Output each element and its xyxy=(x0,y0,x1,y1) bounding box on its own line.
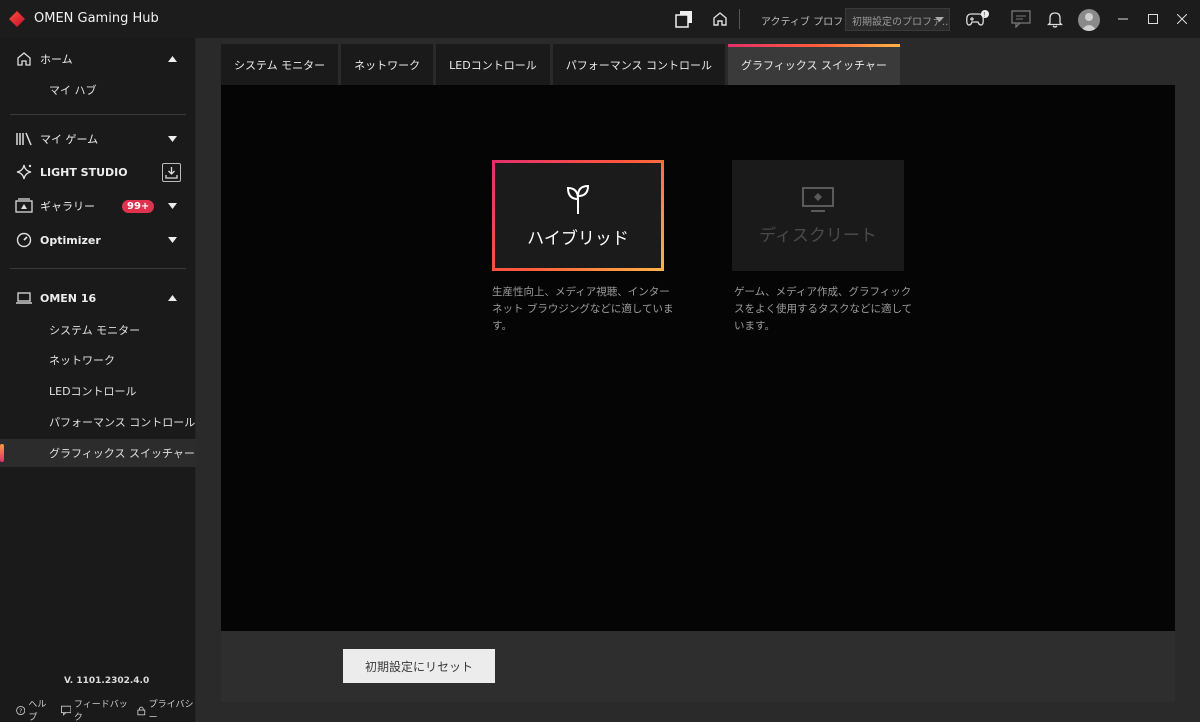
sidebar-item-graphics-switcher[interactable]: グラフィックス スイッチャー xyxy=(0,439,196,467)
version-label: V. 1101.2302.4.0 xyxy=(64,676,150,686)
library-icon xyxy=(15,130,33,148)
sidebar-item-my-games[interactable]: マイ ゲーム xyxy=(0,124,196,154)
feedback-label: フィードバック xyxy=(73,700,128,722)
gauge-icon xyxy=(15,231,33,249)
privacy-label: プライバシー xyxy=(148,700,194,722)
title-bar: OMEN Gaming Hub アクティブ プロファイル 初期設定のプロファ..… xyxy=(0,0,1200,38)
tab-led-control[interactable]: LEDコントロール xyxy=(436,44,550,85)
privacy-link[interactable]: プライバシー xyxy=(137,697,195,722)
tab-bar: システム モニター ネットワーク LEDコントロール パフォーマンス コントロー… xyxy=(221,44,900,85)
sidebar-item-label: OMEN 16 xyxy=(40,291,97,305)
chat-icon[interactable] xyxy=(1010,8,1032,30)
sidebar-item-label: ギャラリー xyxy=(40,200,95,213)
sidebar-item-light-studio[interactable]: LIGHT STUDIO xyxy=(0,157,196,187)
chevron-up-icon[interactable] xyxy=(166,53,178,65)
sidebar-item-label: システム モニター xyxy=(49,324,141,337)
divider xyxy=(10,268,186,269)
sidebar: ホーム マイ ハブ マイ ゲーム LIGHT STUDIO ギャラリー 99+ … xyxy=(0,38,196,722)
chevron-down-icon[interactable] xyxy=(166,133,178,145)
help-label: ヘルプ xyxy=(28,700,47,722)
help-icon: ? xyxy=(16,705,26,715)
avatar[interactable] xyxy=(1078,9,1100,31)
discrete-mode-card[interactable]: ディスクリート xyxy=(732,160,904,271)
lock-icon xyxy=(137,706,146,715)
sidebar-item-my-hub[interactable]: マイ ハブ xyxy=(0,76,196,104)
sidebar-item-network[interactable]: ネットワーク xyxy=(0,346,196,374)
action-bar: 初期設定にリセット xyxy=(221,631,1175,702)
tab-network[interactable]: ネットワーク xyxy=(341,44,434,85)
notification-bell-icon[interactable] xyxy=(1044,8,1066,30)
sidebar-item-label: グラフィックス スイッチャー xyxy=(49,447,195,460)
maximize-icon[interactable] xyxy=(1142,8,1164,30)
sidebar-item-label: ホーム xyxy=(40,53,73,66)
sidebar-item-label: ネットワーク xyxy=(49,354,115,367)
sidebar-item-led-control[interactable]: LEDコントロール xyxy=(0,377,196,405)
chevron-down-icon[interactable] xyxy=(166,234,178,246)
download-icon[interactable] xyxy=(162,162,181,182)
sidebar-item-optimizer[interactable]: Optimizer xyxy=(0,225,196,255)
chevron-up-icon[interactable] xyxy=(166,292,178,304)
app-title: OMEN Gaming Hub xyxy=(34,11,159,26)
notification-badge: 99+ xyxy=(122,199,155,213)
discrete-mode-description: ゲーム、メディア作成、グラフィックスをよく使用するタスクなどに適しています。 xyxy=(734,286,913,332)
sidebar-item-gallery[interactable]: ギャラリー 99+ xyxy=(0,191,196,221)
graphics-switcher-panel: ハイブリッド 生産性向上、メディア視聴、インターネット ブラウジングなどに適して… xyxy=(221,85,1175,631)
hybrid-mode-card[interactable]: ハイブリッド xyxy=(492,160,664,271)
sidebar-item-performance-control[interactable]: パフォーマンス コントロール xyxy=(0,408,196,436)
chevron-down-icon xyxy=(935,17,944,22)
gallery-icon xyxy=(15,197,33,215)
profile-select[interactable]: 初期設定のプロファ... xyxy=(845,8,950,31)
footer-links: ? ヘルプ フィードバック プライバシー xyxy=(16,697,195,722)
sidebar-item-system-monitor[interactable]: システム モニター xyxy=(0,316,196,344)
laptop-icon xyxy=(15,289,33,307)
reset-to-default-button[interactable]: 初期設定にリセット xyxy=(343,649,495,683)
minimize-icon[interactable] xyxy=(1112,8,1134,30)
sparkle-icon xyxy=(15,163,33,181)
toolbar-separator xyxy=(739,9,740,29)
sidebar-item-label: LEDコントロール xyxy=(49,385,137,398)
hybrid-mode-name: ハイブリッド xyxy=(527,229,629,249)
main-panel: システム モニター ネットワーク LEDコントロール パフォーマンス コントロー… xyxy=(196,38,1200,722)
sidebar-item-home[interactable]: ホーム xyxy=(0,44,196,74)
feedback-icon xyxy=(60,705,71,716)
home-icon[interactable] xyxy=(709,8,731,30)
svg-text:!: ! xyxy=(983,12,985,19)
omen-logo-icon xyxy=(9,11,25,27)
svg-text:?: ? xyxy=(19,707,22,714)
tab-system-monitor[interactable]: システム モニター xyxy=(221,44,339,85)
sprout-icon xyxy=(566,184,590,214)
gamepad-icon[interactable]: ! xyxy=(963,8,989,30)
chevron-down-icon[interactable] xyxy=(166,200,178,212)
discrete-mode-name: ディスクリート xyxy=(759,226,877,246)
home-icon xyxy=(15,50,33,68)
hybrid-mode-description: 生産性向上、メディア視聴、インターネット ブラウジングなどに適しています。 xyxy=(492,286,674,332)
feedback-link[interactable]: フィードバック xyxy=(60,697,128,722)
sidebar-item-omen-16[interactable]: OMEN 16 xyxy=(0,283,196,313)
divider xyxy=(10,114,186,115)
tab-graphics-switcher[interactable]: グラフィックス スイッチャー xyxy=(728,44,900,85)
sidebar-item-label: パフォーマンス コントロール xyxy=(49,416,196,429)
sidebar-item-label: マイ ハブ xyxy=(49,84,97,97)
help-link[interactable]: ? ヘルプ xyxy=(16,697,52,722)
tab-performance-control[interactable]: パフォーマンス コントロール xyxy=(552,44,726,85)
sidebar-item-label: マイ ゲーム xyxy=(40,133,99,146)
close-icon[interactable] xyxy=(1171,8,1193,30)
sidebar-item-label: LIGHT STUDIO xyxy=(40,165,128,179)
monitor-icon xyxy=(802,187,834,212)
sidebar-item-label: Optimizer xyxy=(40,233,101,247)
overlay-icon[interactable] xyxy=(673,8,695,30)
